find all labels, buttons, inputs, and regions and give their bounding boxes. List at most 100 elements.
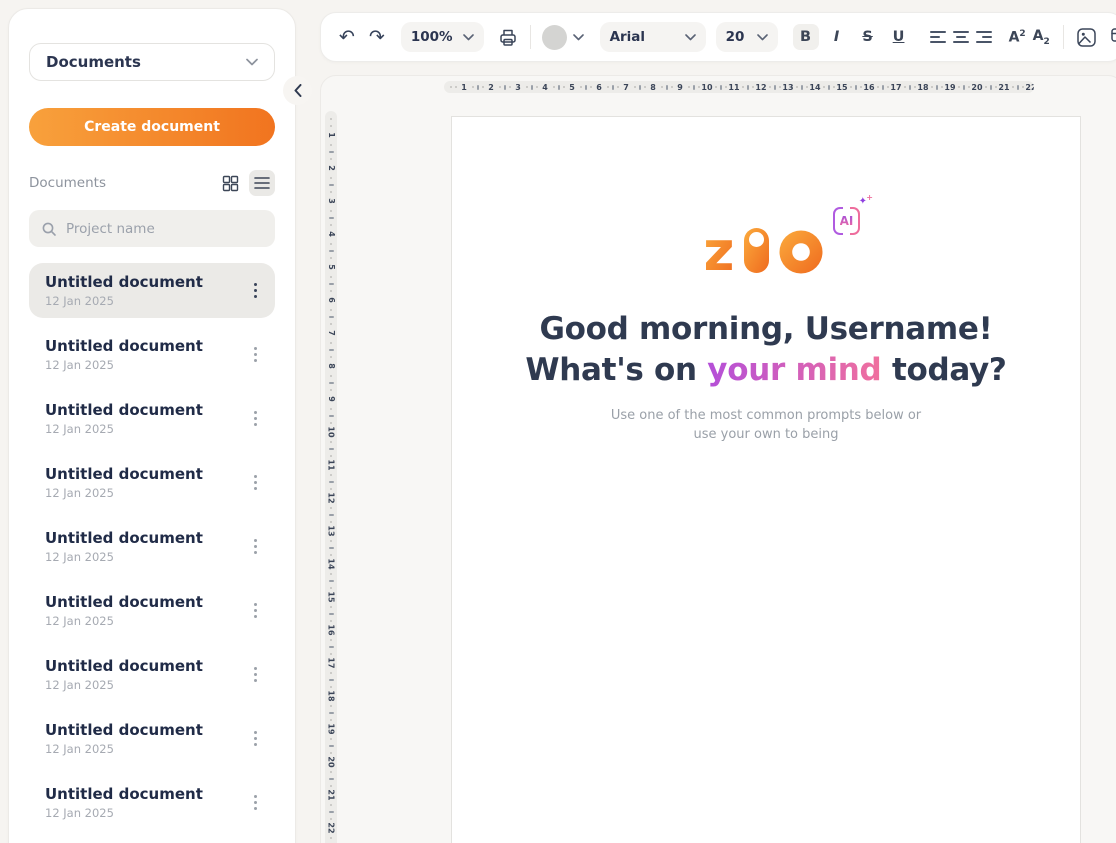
editor-toolbar: ↶ ↷ 100% Arial 20 B I S U A2 A2 [320,12,1116,62]
horizontal-ruler: 1234567891011121314151617181920212223 [444,81,1034,93]
document-date: 12 Jan 2025 [45,742,203,756]
document-date: 12 Jan 2025 [45,358,203,372]
strikethrough-button[interactable]: S [855,24,881,50]
document-date: 12 Jan 2025 [45,422,203,436]
chevron-down-icon [246,58,258,66]
font-size-value: 20 [726,29,745,45]
document-list-item[interactable]: Untitled document 12 Jan 2025 [29,455,275,510]
redo-icon: ↷ [369,28,385,47]
document-list-item[interactable]: Untitled document 12 Jan 2025 [29,519,275,574]
font-size-select[interactable]: 20 [716,22,778,52]
vertical-ruler: 1234567891011121314151617181920212223242… [325,111,337,843]
print-button[interactable] [498,28,518,47]
collapse-sidebar-button[interactable] [283,76,312,105]
document-item-text: Untitled document 12 Jan 2025 [45,337,203,372]
kebab-menu-icon[interactable] [248,407,263,430]
grid-view-icon[interactable] [217,170,243,196]
document-title: Untitled document [45,465,203,483]
document-list-item[interactable]: Untitled document 12 Jan 2025 [29,711,275,766]
document-title: Untitled document [45,529,203,547]
document-page[interactable]: z AI ✦ + Good morning, Username! What's … [451,116,1081,843]
align-center-icon[interactable] [953,31,969,43]
kebab-menu-icon[interactable] [248,663,263,686]
redo-button[interactable]: ↷ [369,28,385,47]
printer-icon [498,28,518,47]
document-item-text: Untitled document 12 Jan 2025 [45,657,203,692]
svg-text:z: z [706,223,734,275]
align-left-icon[interactable] [930,31,946,43]
greeting-line2-pre: What's on [525,352,707,388]
bold-button[interactable]: B [793,24,819,50]
search-box [29,210,275,247]
workspace-selector[interactable]: Documents [29,43,275,81]
zoom-select[interactable]: 100% [401,22,484,52]
kebab-menu-icon[interactable] [248,535,263,558]
document-title: Untitled document [45,593,203,611]
document-list-item[interactable]: Untitled document 12 Jan 2025 [29,775,275,830]
document-item-text: Untitled document 12 Jan 2025 [45,529,203,564]
document-item-text: Untitled document 12 Jan 2025 [45,465,203,500]
underline-button[interactable]: U [886,24,912,50]
toolbar-divider [530,25,531,49]
kebab-menu-icon[interactable] [248,791,263,814]
document-list-item[interactable]: Untitled document 12 Jan 2025 [29,263,275,318]
kebab-menu-icon[interactable] [248,343,263,366]
document-list-item[interactable]: Untitled document 12 Jan 2025 [29,647,275,702]
document-title: Untitled document [45,721,203,739]
undo-button[interactable]: ↶ [339,28,355,47]
subscript-button[interactable]: A2 [1033,28,1050,47]
document-title: Untitled document [45,337,203,355]
sidebar: Documents Create document Documents [8,8,296,843]
list-view-icon[interactable] [249,170,275,196]
kebab-menu-icon[interactable] [248,471,263,494]
kebab-menu-icon[interactable] [248,727,263,750]
greeting-subtitle: Use one of the most common prompts below… [452,406,1080,444]
document-title: Untitled document [45,401,203,419]
search-input[interactable] [66,221,263,237]
toolbar-divider [1063,25,1064,49]
chevron-down-icon [463,34,474,41]
insert-image-button[interactable] [1076,27,1097,48]
document-date: 12 Jan 2025 [45,486,203,500]
align-right-icon[interactable] [976,31,992,43]
search-icon [41,221,57,237]
kebab-menu-icon[interactable] [248,599,263,622]
workspace-selector-label: Documents [46,53,141,71]
document-list-item[interactable]: Untitled document 12 Jan 2025 [29,391,275,446]
kebab-menu-icon[interactable] [248,279,263,302]
font-family-value: Arial [610,29,645,45]
document-list-item[interactable]: Untitled document 12 Jan 2025 [29,327,275,382]
ai-badge-label: AI [840,214,854,228]
greeting-highlight: your mind [707,352,881,388]
document-title: Untitled document [45,785,203,803]
document-item-text: Untitled document 12 Jan 2025 [45,401,203,436]
sparkle-plus-icon: + [866,193,873,202]
subtitle-line2: use your own to being [694,427,839,442]
greeting-heading: Good morning, Username! What's on your m… [452,309,1080,391]
documents-section-title: Documents [29,175,106,191]
chevron-down-icon [685,34,696,41]
editor-canvas: 1234567891011121314151617181920212223 12… [320,75,1116,843]
text-color-button[interactable] [542,25,584,50]
superscript-button[interactable]: A2 [1009,29,1026,46]
document-date: 12 Jan 2025 [45,678,203,692]
document-item-text: Untitled document 12 Jan 2025 [45,785,203,820]
document-title: Untitled document [45,273,203,291]
document-date: 12 Jan 2025 [45,550,203,564]
document-list-item[interactable]: Untitled document 12 Jan 2025 [29,583,275,638]
font-family-select[interactable]: Arial [600,22,706,52]
document-item-text: Untitled document 12 Jan 2025 [45,273,203,308]
undo-icon: ↶ [339,28,355,47]
document-date: 12 Jan 2025 [45,614,203,628]
insert-image-icon [1076,27,1097,48]
italic-button[interactable]: I [824,24,850,50]
ai-badge: AI ✦ + [833,207,860,235]
create-document-button[interactable]: Create document [29,108,275,146]
document-item-text: Untitled document 12 Jan 2025 [45,721,203,756]
text-color-swatch-icon [542,25,567,50]
greeting-line2-post: today? [881,352,1006,388]
insert-table-button[interactable] [1110,26,1116,48]
document-date: 12 Jan 2025 [45,806,203,820]
insert-table-icon [1110,26,1116,48]
document-title: Untitled document [45,657,203,675]
